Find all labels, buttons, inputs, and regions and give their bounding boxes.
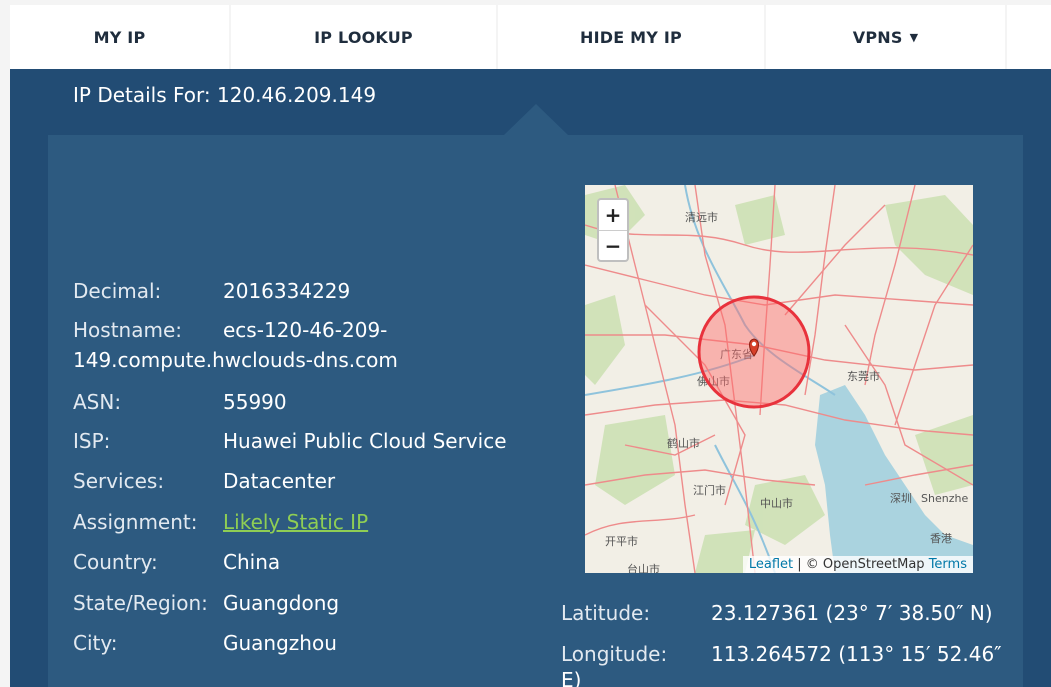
longitude-row: Longitude: 113.264572 (113° 15′ 52.46″ E… xyxy=(561,639,1021,687)
zoom-in-button[interactable]: + xyxy=(599,200,627,231)
city-label: City: xyxy=(73,631,118,655)
asn-value: 55990 xyxy=(223,390,287,414)
map-label: 香港 xyxy=(930,532,952,545)
map-tiles: 清远市 广东省 佛山市 东莞市 鹤山市 江门市 中山市 深圳 Shenzhe 香… xyxy=(585,185,973,573)
nav-vpns-label: VPNS xyxy=(852,27,903,47)
map-label: 东莞市 xyxy=(847,369,880,383)
ip-details-panel: IP Details For: 120.46.209.149 Decimal: … xyxy=(10,69,1051,687)
latitude-label: Latitude: xyxy=(561,601,651,625)
top-nav: MY IP IP LOOKUP HIDE MY IP VPNS ▼ xyxy=(0,0,1051,69)
map-label: 深圳 xyxy=(890,492,912,505)
nav-hide-my-ip-label: HIDE MY IP xyxy=(580,27,682,47)
map-zoom-control: + − xyxy=(597,198,629,262)
leaflet-link[interactable]: Leaflet xyxy=(749,557,793,572)
nav-hide-my-ip[interactable]: HIDE MY IP xyxy=(498,5,764,69)
city-value: Guangzhou xyxy=(223,631,337,655)
assignment-link[interactable]: Likely Static IP xyxy=(223,507,368,537)
hostname-value-line2: 149.compute.hwclouds-dns.com xyxy=(73,348,398,372)
isp-value: Huawei Public Cloud Service xyxy=(223,429,507,453)
longitude-value: 113.264572 (113° 15′ 52.46″ xyxy=(711,642,1002,666)
state-label: State/Region: xyxy=(73,591,208,615)
map-label: 台山市 xyxy=(627,562,660,573)
attribution-text: | © OpenStreetMap xyxy=(793,557,929,572)
map-label: 开平市 xyxy=(605,534,638,548)
state-value: Guangdong xyxy=(223,591,340,615)
nav-ip-lookup[interactable]: IP LOOKUP xyxy=(231,5,496,69)
services-value: Datacenter xyxy=(223,469,336,493)
panel-pointer xyxy=(504,104,568,135)
latitude-value: 23.127361 (23° 7′ 38.50″ N) xyxy=(711,601,993,625)
page-title: IP Details For: 120.46.209.149 xyxy=(73,83,377,107)
location-map[interactable]: 清远市 广东省 佛山市 东莞市 鹤山市 江门市 中山市 深圳 Shenzhe 香… xyxy=(585,185,973,573)
nav-ip-lookup-label: IP LOOKUP xyxy=(314,27,413,47)
country-label: Country: xyxy=(73,550,158,574)
zoom-out-button[interactable]: − xyxy=(599,231,627,261)
map-label: 中山市 xyxy=(760,496,793,510)
map-label: Shenzhe xyxy=(921,492,968,505)
details-card: Decimal: 2016334229 Hostname: ecs-120-46… xyxy=(48,135,1023,687)
longitude-value-cont: E) xyxy=(561,668,582,687)
map-attribution: Leaflet | © OpenStreetMap Terms xyxy=(742,556,973,573)
nav-my-ip[interactable]: MY IP xyxy=(10,5,229,69)
hostname-value-line1: ecs-120-46-209- xyxy=(223,318,388,342)
country-value: China xyxy=(223,550,281,574)
nav-my-ip-label: MY IP xyxy=(93,27,146,47)
services-label: Services: xyxy=(73,469,165,493)
assignment-label: Assignment: xyxy=(73,510,198,534)
asn-label: ASN: xyxy=(73,390,122,414)
map-label: 清远市 xyxy=(685,210,718,224)
caret-down-icon: ▼ xyxy=(909,30,919,44)
decimal-label: Decimal: xyxy=(73,279,162,303)
isp-label: ISP: xyxy=(73,429,111,453)
hostname-label: Hostname: xyxy=(73,318,182,342)
map-label: 江门市 xyxy=(693,483,726,497)
map-label: 鹤山市 xyxy=(667,436,700,450)
hostname-row: Hostname: ecs-120-46-209- 149.compute.hw… xyxy=(73,315,523,375)
nav-vpns[interactable]: VPNS ▼ xyxy=(766,5,1005,69)
nav-overflow[interactable] xyxy=(1007,5,1051,69)
terms-link[interactable]: Terms xyxy=(929,557,967,572)
decimal-value: 2016334229 xyxy=(223,279,351,303)
